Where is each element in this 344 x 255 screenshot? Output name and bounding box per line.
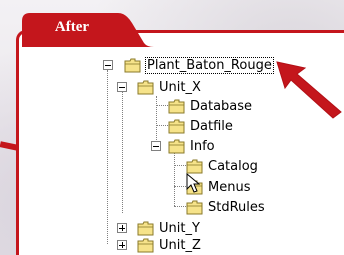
tree-node-unit-z[interactable]: Unit_Z [137, 236, 201, 254]
tree-node-label: StdRules [208, 199, 265, 215]
tree-node-label: Database [190, 98, 253, 114]
folder-icon [168, 99, 185, 113]
tree-line [174, 186, 186, 187]
tree-node-label: Menus [208, 179, 251, 195]
tree-node-label: Unit_Y [159, 220, 200, 236]
tree-node-database[interactable]: Database [168, 97, 252, 115]
folder-icon [137, 221, 154, 235]
collapse-icon[interactable] [103, 60, 113, 70]
tree-line [174, 206, 186, 207]
folder-open-icon [168, 139, 185, 153]
tree-node-info[interactable]: Info [168, 137, 215, 155]
collapse-icon[interactable] [117, 82, 127, 92]
tree-node-label: Plant_Baton_Rouge [145, 56, 274, 74]
tree-node-label: Catalog [208, 158, 258, 174]
folder-icon [186, 159, 203, 173]
tree-node-unit-x[interactable]: Unit_X [137, 78, 201, 96]
folder-icon [137, 238, 154, 252]
tree-node-label: Info [190, 138, 215, 154]
folder-open-icon [124, 58, 141, 72]
tree-line [122, 90, 123, 213]
tree-node-label: Unit_Z [159, 237, 201, 253]
tree-node-root[interactable]: Plant_Baton_Rouge [124, 56, 274, 74]
folder-icon [186, 200, 203, 214]
folder-tree: Plant_Baton_Rouge Unit_X Database Datfil… [0, 0, 344, 255]
folder-icon [168, 119, 185, 133]
tree-line [107, 68, 108, 244]
expand-icon[interactable] [117, 223, 127, 233]
tree-line [156, 105, 168, 106]
tree-line [174, 165, 186, 166]
tree-node-unit-y[interactable]: Unit_Y [137, 219, 200, 237]
tree-node-datfile[interactable]: Datfile [168, 117, 233, 135]
tree-node-label: Datfile [190, 118, 233, 134]
tree-line [156, 125, 168, 126]
pointer-cursor-icon [186, 173, 201, 193]
tree-node-stdrules[interactable]: StdRules [186, 198, 265, 216]
expand-icon[interactable] [117, 240, 127, 250]
tree-node-label: Unit_X [159, 79, 201, 95]
arrow-icon [276, 61, 342, 119]
folder-open-icon [137, 80, 154, 94]
tree-line [174, 150, 175, 206]
collapse-icon[interactable] [151, 141, 161, 151]
